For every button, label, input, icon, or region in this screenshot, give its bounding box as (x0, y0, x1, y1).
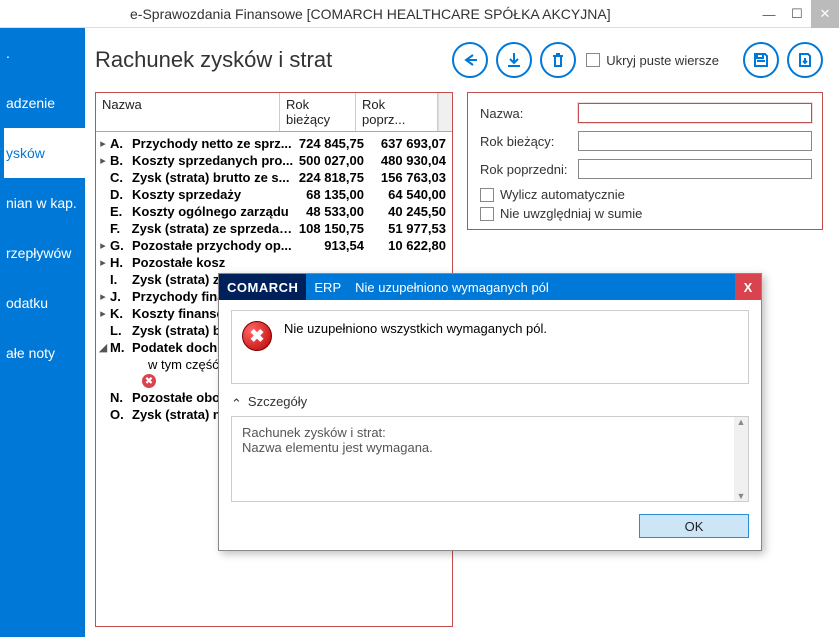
row-label: A.Przychody netto ze sprz... (110, 136, 294, 151)
prev-year-field[interactable] (578, 159, 812, 179)
column-name[interactable]: Nazwa (96, 93, 280, 131)
table-scrollbar[interactable] (438, 93, 452, 131)
sidebar-item[interactable]: rzepływów (0, 228, 85, 278)
details-line-1: Rachunek zysków i strat: (242, 425, 738, 440)
current-year-field[interactable] (578, 131, 812, 151)
error-icon: ✖ (242, 321, 272, 351)
details-scrollbar[interactable]: ▲▼ (734, 417, 748, 501)
sidebar-item[interactable]: ałe noty (0, 328, 85, 378)
prev-year-value: 480 930,04 (370, 153, 452, 168)
prev-year-value: 156 763,03 (370, 170, 452, 185)
current-year-value: 68 135,00 (294, 187, 370, 202)
details-line-2: Nazwa elementu jest wymagana. (242, 440, 738, 455)
hide-empty-label: Ukryj puste wiersze (606, 53, 719, 68)
prev-year-value: 64 540,00 (370, 187, 452, 202)
dialog-close-button[interactable]: X (735, 274, 761, 300)
edit-panel: Nazwa: Rok bieżący: Rok poprzedni: Wylic… (467, 92, 823, 230)
back-button[interactable] (452, 42, 488, 78)
row-label: C.Zysk (strata) brutto ze s... (110, 170, 294, 185)
hide-empty-checkbox[interactable]: Ukryj puste wiersze (586, 53, 719, 68)
row-label: H.Pozostałe kosz (110, 255, 294, 270)
details-toggle[interactable]: Szczegóły (231, 394, 749, 410)
current-year-value: 48 533,00 (294, 204, 370, 219)
current-year-value: 913,54 (294, 238, 370, 253)
page-title: Rachunek zysków i strat (95, 47, 444, 73)
current-year-value: 724 845,75 (294, 136, 370, 151)
ok-button[interactable]: OK (639, 514, 749, 538)
minimize-button[interactable]: — (755, 0, 783, 28)
row-label: F.Zysk (strata) ze sprzedaż... (110, 221, 294, 236)
sidebar-item[interactable]: . (0, 28, 85, 78)
current-year-field-label: Rok bieżący: (480, 134, 578, 149)
details-box: Rachunek zysków i strat: Nazwa elementu … (231, 416, 749, 502)
expand-icon[interactable]: ▸ (96, 154, 110, 167)
column-current-year[interactable]: Rok bieżący (280, 93, 356, 131)
sidebar-item[interactable]: ysków (0, 128, 85, 178)
sidebar: .adzenieyskównian w kap.rzepływówodatkua… (0, 28, 85, 637)
window-title: e-Sprawozdania Finansowe [COMARCH HEALTH… (130, 6, 611, 22)
table-row[interactable]: ▸A.Przychody netto ze sprz...724 845,756… (96, 135, 452, 152)
name-field-label: Nazwa: (480, 106, 578, 121)
table-row[interactable]: C.Zysk (strata) brutto ze s...224 818,75… (96, 169, 452, 186)
window-close-button[interactable]: ✕ (811, 0, 839, 28)
row-error-icon: ✖ (142, 374, 156, 388)
sidebar-item[interactable]: adzenie (0, 78, 85, 128)
prev-year-field-label: Rok poprzedni: (480, 162, 578, 177)
dialog-subbrand: ERP (306, 274, 349, 300)
prev-year-value: 40 245,50 (370, 204, 452, 219)
name-field[interactable] (578, 103, 812, 123)
current-year-value: 108 150,75 (294, 221, 370, 236)
expand-icon[interactable]: ◢ (96, 341, 110, 354)
table-row[interactable]: E.Koszty ogólnego zarządu48 533,0040 245… (96, 203, 452, 220)
row-label: D.Koszty sprzedaży (110, 187, 294, 202)
auto-calc-checkbox[interactable]: Wylicz automatycznie (480, 187, 812, 202)
dialog-brand: COMARCH (219, 274, 306, 300)
table-row[interactable]: ▸B.Koszty sprzedanych pro...500 027,0048… (96, 152, 452, 169)
dialog-title: Nie uzupełniono wymaganych pól (349, 274, 735, 300)
download-button[interactable] (496, 42, 532, 78)
dialog-message-box: ✖ Nie uzupełniono wszystkich wymaganych … (231, 310, 749, 384)
expand-icon[interactable]: ▸ (96, 137, 110, 150)
row-label: B.Koszty sprzedanych pro... (110, 153, 294, 168)
sidebar-item[interactable]: nian w kap. (0, 178, 85, 228)
table-row[interactable]: ▸G.Pozostałe przychody op...913,5410 622… (96, 237, 452, 254)
prev-year-value: 51 977,53 (370, 221, 452, 236)
maximize-button[interactable]: ☐ (783, 0, 811, 28)
expand-icon[interactable]: ▸ (96, 290, 110, 303)
current-year-value: 500 027,00 (294, 153, 370, 168)
expand-icon[interactable]: ▸ (96, 239, 110, 252)
dialog-message: Nie uzupełniono wszystkich wymaganych pó… (284, 321, 547, 336)
row-label: G.Pozostałe przychody op... (110, 238, 294, 253)
table-row[interactable]: ▸H.Pozostałe kosz (96, 254, 452, 271)
prev-year-value: 637 693,07 (370, 136, 452, 151)
row-label: E.Koszty ogólnego zarządu (110, 204, 294, 219)
prev-year-value: 10 622,80 (370, 238, 452, 253)
table-row[interactable]: F.Zysk (strata) ze sprzedaż...108 150,75… (96, 220, 452, 237)
titlebar: e-Sprawozdania Finansowe [COMARCH HEALTH… (0, 0, 839, 28)
save-button[interactable] (743, 42, 779, 78)
exclude-sum-checkbox[interactable]: Nie uwzględniaj w sumie (480, 206, 812, 221)
expand-icon[interactable]: ▸ (96, 307, 110, 320)
table-row[interactable]: D.Koszty sprzedaży68 135,0064 540,00 (96, 186, 452, 203)
column-prev-year[interactable]: Rok poprz... (356, 93, 438, 131)
expand-icon[interactable]: ▸ (96, 256, 110, 269)
export-button[interactable] (787, 42, 823, 78)
current-year-value: 224 818,75 (294, 170, 370, 185)
sidebar-item[interactable]: odatku (0, 278, 85, 328)
delete-button[interactable] (540, 42, 576, 78)
error-dialog: COMARCH ERP Nie uzupełniono wymaganych p… (218, 273, 762, 551)
